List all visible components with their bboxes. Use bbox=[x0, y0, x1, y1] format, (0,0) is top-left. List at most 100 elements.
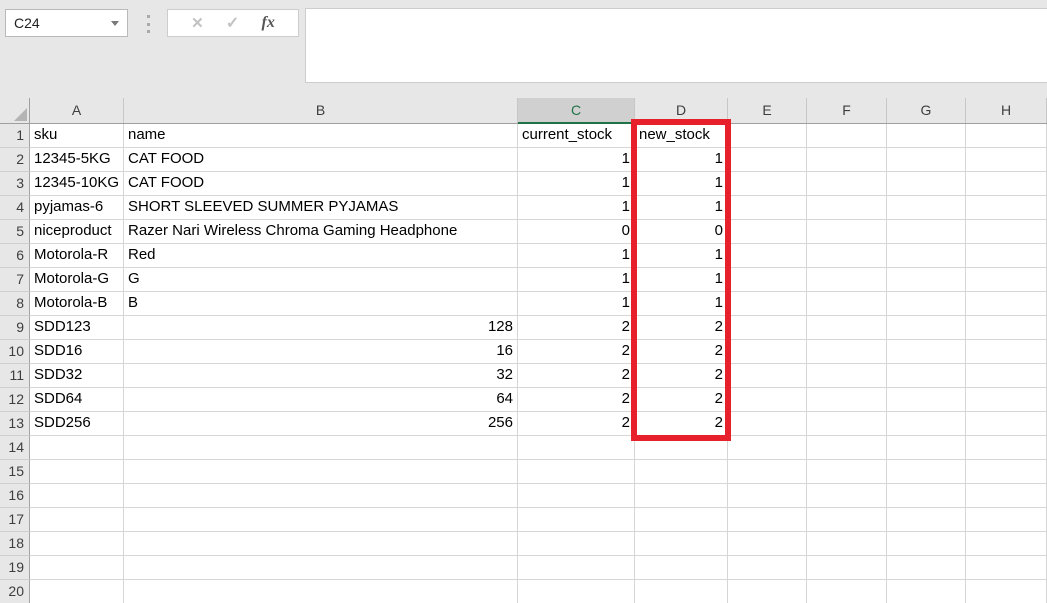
cell-D17[interactable] bbox=[635, 508, 728, 532]
row-header-10[interactable]: 10 bbox=[0, 340, 30, 364]
cell-E15[interactable] bbox=[728, 460, 807, 484]
cell-A10[interactable]: SDD16 bbox=[30, 340, 124, 364]
cell-G3[interactable] bbox=[887, 172, 966, 196]
cell-H20[interactable] bbox=[966, 580, 1047, 603]
insert-function-icon[interactable]: fx bbox=[262, 14, 275, 32]
cell-C16[interactable] bbox=[518, 484, 635, 508]
column-header-E[interactable]: E bbox=[728, 98, 807, 123]
cell-G6[interactable] bbox=[887, 244, 966, 268]
column-header-C[interactable]: C bbox=[518, 98, 635, 124]
cell-C14[interactable] bbox=[518, 436, 635, 460]
cell-E11[interactable] bbox=[728, 364, 807, 388]
column-header-B[interactable]: B bbox=[124, 98, 518, 123]
name-box[interactable]: C24 bbox=[5, 9, 128, 37]
cell-F17[interactable] bbox=[807, 508, 887, 532]
cell-G10[interactable] bbox=[887, 340, 966, 364]
row-header-5[interactable]: 5 bbox=[0, 220, 30, 244]
cell-A6[interactable]: Motorola-R bbox=[30, 244, 124, 268]
cell-G20[interactable] bbox=[887, 580, 966, 603]
cell-H19[interactable] bbox=[966, 556, 1047, 580]
cell-H16[interactable] bbox=[966, 484, 1047, 508]
cell-H3[interactable] bbox=[966, 172, 1047, 196]
cell-A17[interactable] bbox=[30, 508, 124, 532]
row-header-20[interactable]: 20 bbox=[0, 580, 30, 603]
cell-A12[interactable]: SDD64 bbox=[30, 388, 124, 412]
cell-D9[interactable]: 2 bbox=[635, 316, 728, 340]
cell-H18[interactable] bbox=[966, 532, 1047, 556]
cell-H17[interactable] bbox=[966, 508, 1047, 532]
cell-C7[interactable]: 1 bbox=[518, 268, 635, 292]
cell-A2[interactable]: 12345-5KG bbox=[30, 148, 124, 172]
cell-G1[interactable] bbox=[887, 124, 966, 148]
cell-B8[interactable]: B bbox=[124, 292, 518, 316]
cell-A4[interactable]: pyjamas-6 bbox=[30, 196, 124, 220]
cell-C1[interactable]: current_stock bbox=[518, 124, 635, 148]
cell-G14[interactable] bbox=[887, 436, 966, 460]
cell-E8[interactable] bbox=[728, 292, 807, 316]
cell-H2[interactable] bbox=[966, 148, 1047, 172]
enter-icon[interactable]: ✓ bbox=[226, 13, 239, 33]
cell-E5[interactable] bbox=[728, 220, 807, 244]
cell-G17[interactable] bbox=[887, 508, 966, 532]
cell-E12[interactable] bbox=[728, 388, 807, 412]
cell-E7[interactable] bbox=[728, 268, 807, 292]
cell-D1[interactable]: new_stock bbox=[635, 124, 728, 148]
cell-B3[interactable]: CAT FOOD bbox=[124, 172, 518, 196]
cell-G2[interactable] bbox=[887, 148, 966, 172]
cell-C2[interactable]: 1 bbox=[518, 148, 635, 172]
cell-D5[interactable]: 0 bbox=[635, 220, 728, 244]
cell-B6[interactable]: Red bbox=[124, 244, 518, 268]
cell-H8[interactable] bbox=[966, 292, 1047, 316]
cell-B18[interactable] bbox=[124, 532, 518, 556]
formula-bar[interactable] bbox=[305, 8, 1047, 83]
cell-A11[interactable]: SDD32 bbox=[30, 364, 124, 388]
cell-B1[interactable]: name bbox=[124, 124, 518, 148]
cell-A13[interactable]: SDD256 bbox=[30, 412, 124, 436]
cell-G16[interactable] bbox=[887, 484, 966, 508]
cell-A16[interactable] bbox=[30, 484, 124, 508]
cell-E2[interactable] bbox=[728, 148, 807, 172]
cell-H1[interactable] bbox=[966, 124, 1047, 148]
cell-G9[interactable] bbox=[887, 316, 966, 340]
row-header-1[interactable]: 1 bbox=[0, 124, 30, 148]
cell-A15[interactable] bbox=[30, 460, 124, 484]
cell-H5[interactable] bbox=[966, 220, 1047, 244]
cell-C20[interactable] bbox=[518, 580, 635, 603]
select-all-button[interactable] bbox=[0, 98, 30, 123]
cell-C10[interactable]: 2 bbox=[518, 340, 635, 364]
cell-F3[interactable] bbox=[807, 172, 887, 196]
row-header-6[interactable]: 6 bbox=[0, 244, 30, 268]
cell-C19[interactable] bbox=[518, 556, 635, 580]
cell-E4[interactable] bbox=[728, 196, 807, 220]
cell-E3[interactable] bbox=[728, 172, 807, 196]
cell-F18[interactable] bbox=[807, 532, 887, 556]
cell-G18[interactable] bbox=[887, 532, 966, 556]
cell-E10[interactable] bbox=[728, 340, 807, 364]
row-header-19[interactable]: 19 bbox=[0, 556, 30, 580]
cell-H7[interactable] bbox=[966, 268, 1047, 292]
cell-A5[interactable]: niceproduct bbox=[30, 220, 124, 244]
row-header-8[interactable]: 8 bbox=[0, 292, 30, 316]
row-header-16[interactable]: 16 bbox=[0, 484, 30, 508]
row-header-11[interactable]: 11 bbox=[0, 364, 30, 388]
cell-F14[interactable] bbox=[807, 436, 887, 460]
cell-G19[interactable] bbox=[887, 556, 966, 580]
cell-E16[interactable] bbox=[728, 484, 807, 508]
cell-G4[interactable] bbox=[887, 196, 966, 220]
cell-B9[interactable]: 128 bbox=[124, 316, 518, 340]
cell-B19[interactable] bbox=[124, 556, 518, 580]
row-header-14[interactable]: 14 bbox=[0, 436, 30, 460]
cell-A7[interactable]: Motorola-G bbox=[30, 268, 124, 292]
cell-E17[interactable] bbox=[728, 508, 807, 532]
column-header-G[interactable]: G bbox=[887, 98, 966, 123]
row-header-15[interactable]: 15 bbox=[0, 460, 30, 484]
cell-B13[interactable]: 256 bbox=[124, 412, 518, 436]
cell-H4[interactable] bbox=[966, 196, 1047, 220]
column-header-F[interactable]: F bbox=[807, 98, 887, 123]
cell-C11[interactable]: 2 bbox=[518, 364, 635, 388]
row-header-9[interactable]: 9 bbox=[0, 316, 30, 340]
cell-D18[interactable] bbox=[635, 532, 728, 556]
cell-B11[interactable]: 32 bbox=[124, 364, 518, 388]
cell-C6[interactable]: 1 bbox=[518, 244, 635, 268]
cell-H15[interactable] bbox=[966, 460, 1047, 484]
